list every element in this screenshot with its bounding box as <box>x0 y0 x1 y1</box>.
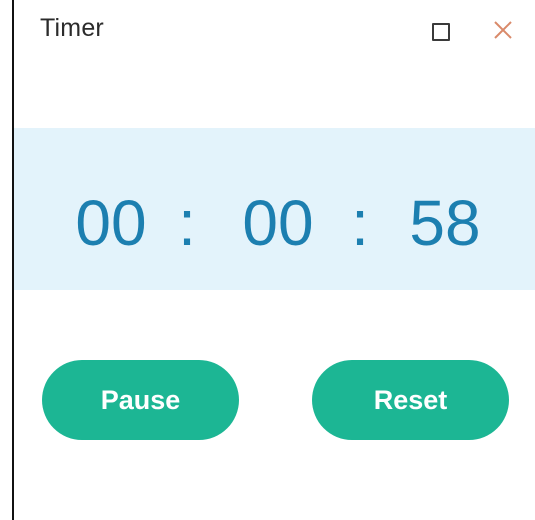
close-button[interactable] <box>490 17 516 43</box>
timer-minutes: 00 <box>242 187 314 259</box>
reset-button[interactable]: Reset <box>312 360 509 440</box>
timer-separator: : <box>178 187 196 259</box>
timer-window: Timer 00 : 00 : 58 Pause Reset <box>0 0 535 520</box>
maximize-button[interactable] <box>430 20 452 42</box>
pause-button[interactable]: Pause <box>42 360 239 440</box>
timer-separator: : <box>351 187 369 259</box>
timer-hours: 00 <box>75 187 147 259</box>
maximize-icon <box>432 23 450 41</box>
timer-seconds: 58 <box>409 187 481 259</box>
window-title: Timer <box>40 14 104 42</box>
close-icon <box>494 21 512 39</box>
